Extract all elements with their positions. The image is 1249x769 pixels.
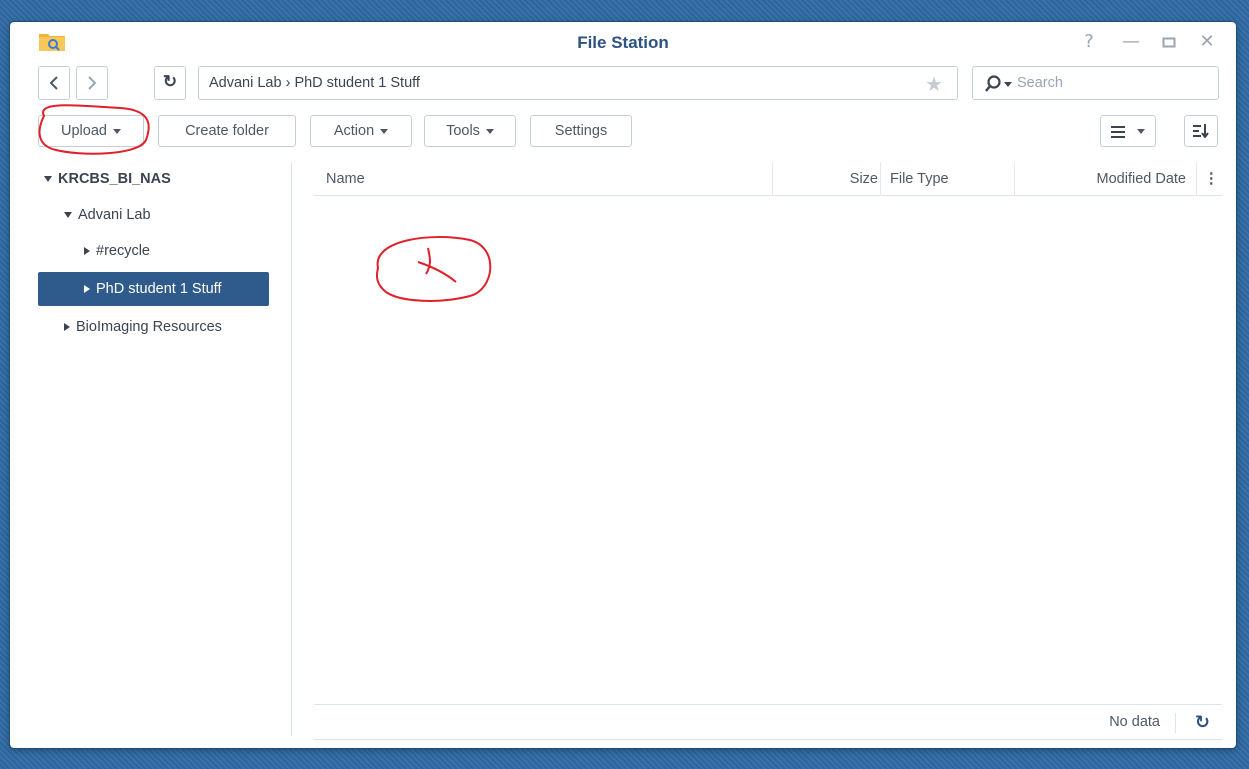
refresh-icon[interactable]: ↻ (1195, 712, 1210, 733)
tools-button[interactable]: Tools (424, 115, 516, 147)
column-file-type[interactable]: File Type (890, 162, 949, 196)
status-text: No data (1109, 714, 1160, 730)
breadcrumb: Advani Lab › PhD student 1 Stuff (209, 75, 420, 91)
tree-item-label: PhD student 1 Stuff (96, 281, 222, 297)
chevron-right-icon (64, 323, 70, 332)
tree-item-recycle[interactable]: #recycle (84, 234, 150, 268)
action-label: Action (333, 123, 375, 139)
create-folder-label: Create folder (185, 123, 269, 139)
status-divider (1175, 713, 1176, 733)
sort-icon (1193, 124, 1209, 139)
file-list[interactable] (314, 197, 1222, 703)
tree-item-label: BioImaging Resources (76, 319, 222, 335)
status-bar: No data ↻ (314, 704, 1222, 740)
maximize-icon[interactable] (1158, 31, 1180, 53)
column-size[interactable]: Size (772, 162, 878, 196)
forward-button[interactable] (76, 66, 108, 100)
refresh-icon: ↻ (162, 72, 178, 91)
help-icon[interactable]: ? (1078, 31, 1100, 53)
tree-item-advani-lab[interactable]: Advani Lab (64, 198, 151, 232)
chevron-down-icon (380, 128, 389, 134)
upload-label: Upload (61, 123, 107, 139)
action-button[interactable]: Action (310, 115, 412, 147)
chevron-down-icon (64, 212, 72, 219)
file-station-window: File Station ? — ✕ ↻ Advani Lab › PhD st… (10, 22, 1236, 748)
chevron-down-icon (1137, 129, 1145, 134)
view-mode-button[interactable] (1100, 115, 1156, 147)
tree-item-phd-student-1-stuff[interactable]: PhD student 1 Stuff (38, 272, 269, 306)
refresh-button[interactable]: ↻ (154, 66, 186, 100)
create-folder-button[interactable]: Create folder (158, 115, 296, 147)
sort-button[interactable] (1184, 115, 1218, 147)
chevron-right-icon (84, 285, 90, 294)
tree-root-label: KRCBS_BI_NAS (58, 171, 171, 187)
upload-button[interactable]: Upload (38, 115, 144, 147)
folder-tree: KRCBS_BI_NAS Advani Lab #recycle PhD stu… (38, 162, 292, 736)
path-bar[interactable]: Advani Lab › PhD student 1 Stuff ★ (198, 66, 958, 100)
window-title: File Station (577, 33, 669, 52)
chevron-down-icon (112, 128, 121, 134)
column-modified-date[interactable]: Modified Date (1014, 162, 1186, 196)
list-view-icon (1111, 126, 1125, 138)
search-placeholder: Search (1017, 75, 1063, 91)
tools-label: Tools (446, 123, 480, 139)
column-menu-icon[interactable]: ⋮ (1204, 162, 1219, 196)
column-name[interactable]: Name (326, 162, 365, 196)
chevron-right-icon (84, 247, 90, 256)
column-divider (880, 162, 881, 196)
file-list-header: Name Size File Type Modified Date ⋮ (314, 162, 1222, 196)
favorite-star-icon[interactable]: ★ (925, 72, 943, 96)
column-divider (1196, 162, 1197, 196)
back-button[interactable] (38, 66, 70, 100)
settings-button[interactable]: Settings (530, 115, 632, 147)
settings-label: Settings (554, 123, 608, 139)
tree-root[interactable]: KRCBS_BI_NAS (44, 162, 171, 196)
forward-icon (88, 76, 97, 90)
tree-item-bioimaging-resources[interactable]: BioImaging Resources (64, 310, 222, 344)
chevron-down-icon (44, 176, 52, 183)
search-icon (985, 75, 1012, 92)
close-icon[interactable]: ✕ (1196, 31, 1218, 53)
minimize-icon[interactable]: — (1120, 31, 1142, 53)
tree-item-label: Advani Lab (78, 207, 151, 223)
back-icon (49, 76, 58, 90)
chevron-down-icon (485, 128, 494, 134)
title-bar[interactable]: File Station ? — ✕ (10, 22, 1236, 62)
search-input[interactable]: Search (972, 66, 1219, 100)
tree-item-label: #recycle (96, 243, 150, 259)
